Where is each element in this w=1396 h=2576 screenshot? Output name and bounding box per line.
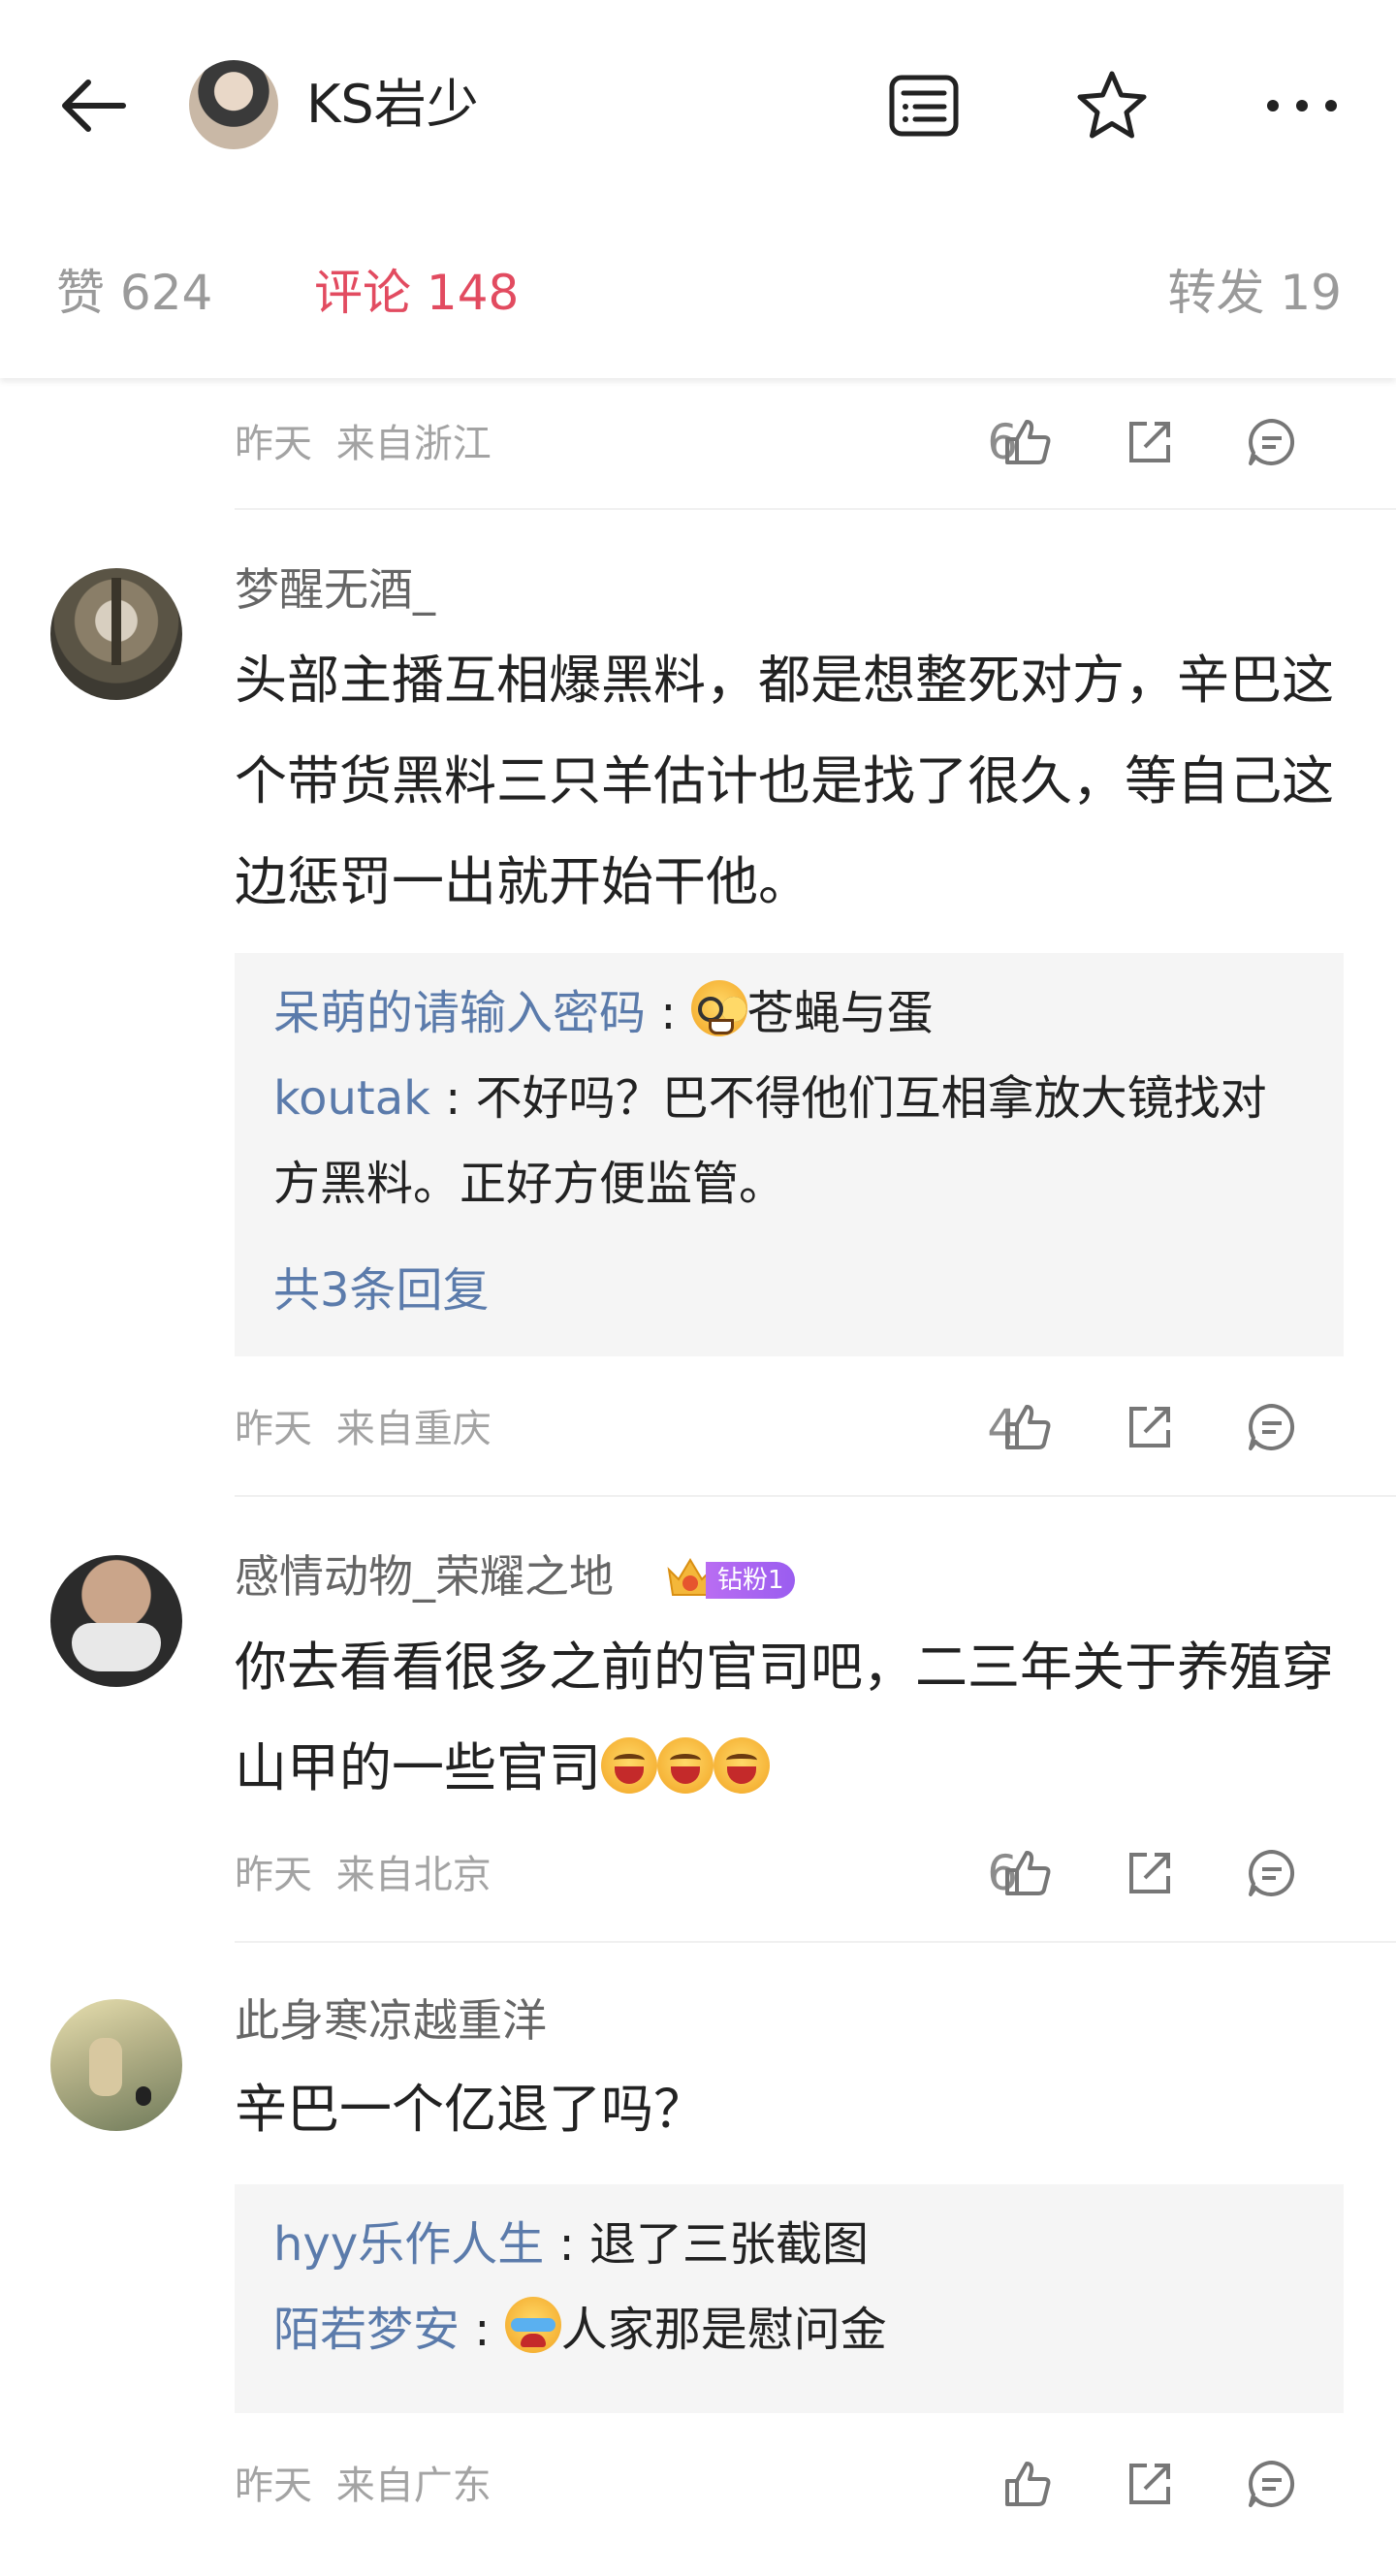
share-button[interactable] [1121,2455,1179,2513]
reply-username[interactable]: koutak [273,1071,430,1126]
share-icon [1129,2464,1170,2504]
fan-badge[interactable]: 钻粉1 [665,1554,797,1603]
article-list-icon [889,75,959,137]
laugh-emoji [657,1737,714,1794]
replies-box[interactable]: hyy乐作人生 : 退了三张截图 陌若梦安 : 人家那是慰问金 [235,2184,1344,2413]
tab-comments[interactable]: 评论 148 [314,262,519,324]
comment-content: 头部主播互相爆黑料，都是想整死对方，辛巴这个带货黑料三只羊估计也是找了很久，等自… [235,650,1334,912]
like-button[interactable] [999,2455,1057,2513]
author-avatar[interactable] [189,60,278,149]
author-name[interactable]: KS岩少 [306,76,479,134]
laugh-emoji [601,1737,657,1794]
like-button[interactable] [999,1844,1057,1902]
comment-meta: 昨天 来自北京 6 [235,1844,1359,1902]
thumbs-up-icon [1005,420,1051,464]
comment-username[interactable]: 感情动物_荣耀之地 [235,1549,614,1604]
reply-button[interactable] [1243,2455,1301,2513]
tab-likes[interactable]: 赞 624 [56,262,212,324]
comment-content: 你去看看很多之前的官司吧，二三年关于养殖穿山甲的一些官司 [235,1637,1334,1798]
reply-button[interactable] [1243,413,1301,471]
badge-label: 钻粉1 [706,1562,795,1599]
reply-item: 陌若梦安 : 人家那是慰问金 [273,2287,1311,2372]
reply-item: koutak : 不好吗？巴不得他们互相拿放大镜找对方黑料。正好方便监管。 [273,1071,1267,1211]
replies-box[interactable]: 呆萌的请输入密码 : 苍蝇与蛋 koutak : 不好吗？巴不得他们互相拿放大镜… [235,953,1344,1356]
share-icon [1129,1853,1170,1893]
comment-time-location: 昨天 来自北京 [235,1853,492,1897]
reply-button[interactable] [1243,1844,1301,1902]
avatar[interactable] [50,568,182,700]
divider [235,1941,1396,1943]
reply-item: hyy乐作人生 : 退了三张截图 [273,2217,869,2272]
more-button[interactable] [1258,62,1346,149]
thumbs-up-icon [1005,1851,1051,1895]
comment-icon [1249,419,1295,465]
comment-icon [1249,2461,1295,2507]
top-bar: KS岩少 赞 624 评论 148 转发 19 [0,0,1396,378]
share-icon [1129,1407,1170,1447]
thumbs-up-icon [1005,2462,1051,2506]
cry-laugh-emoji [504,2297,561,2353]
comment-icon [1249,1404,1295,1450]
like-button[interactable] [999,413,1057,471]
reply-item: 呆萌的请输入密码 : 苍蝇与蛋 [273,970,1311,1056]
laugh-emoji [714,1737,770,1794]
article-list-button[interactable] [880,62,968,149]
comment-time-location: 昨天 来自广东 [235,2464,492,2508]
divider [235,508,1396,510]
comment-content: 辛巴一个亿退了吗？ [235,2079,706,2140]
thumbs-up-icon [1005,1405,1051,1449]
share-button[interactable] [1121,413,1179,471]
divider [235,1495,1396,1497]
comment-username[interactable]: 此身寒凉越重洋 [235,1993,547,2048]
reply-username[interactable]: 陌若梦安 [273,2303,460,2357]
nerd-face-emoji [690,980,747,1036]
share-icon [1129,422,1170,462]
comment-meta: 昨天 来自广东 [235,2455,1359,2513]
reply-button[interactable] [1243,1398,1301,1456]
avatar[interactable] [50,1555,182,1687]
tab-reposts[interactable]: 转发 19 [1167,262,1342,324]
reply-username[interactable]: 呆萌的请输入密码 [273,986,646,1040]
star-icon [1077,71,1147,139]
like-button[interactable] [999,1398,1057,1456]
comment-meta: 昨天 来自重庆 4 [235,1398,1359,1456]
more-dots-icon [1267,100,1337,111]
favorite-button[interactable] [1068,62,1156,149]
reply-username[interactable]: hyy乐作人生 [273,2217,544,2272]
more-replies-link[interactable]: 共3条回复 [273,1261,490,1320]
comment-meta: 昨天 来自浙江 6 [235,413,1359,471]
comment-icon [1249,1850,1295,1896]
share-button[interactable] [1121,1844,1179,1902]
stats-tabs: 赞 624 评论 148 转发 19 [0,262,1396,330]
comment-username[interactable]: 梦醒无酒_ [235,562,435,617]
comment-time-location: 昨天 来自浙江 [235,422,492,466]
comment-time-location: 昨天 来自重庆 [235,1407,492,1451]
back-button[interactable] [50,62,138,149]
share-button[interactable] [1121,1398,1179,1456]
avatar[interactable] [50,1999,182,2131]
back-arrow-icon [62,80,126,132]
